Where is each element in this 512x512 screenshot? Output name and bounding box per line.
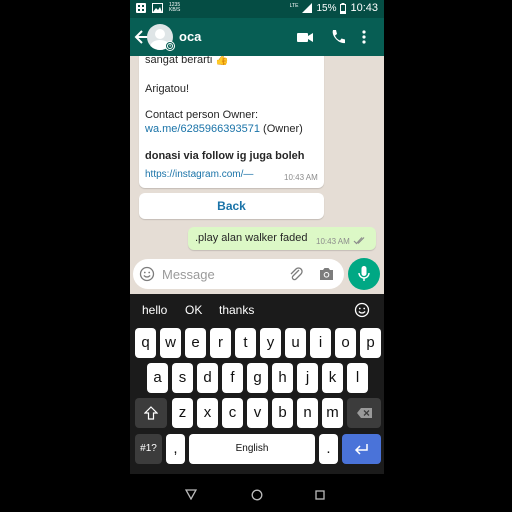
message-input[interactable]: Message <box>133 259 344 289</box>
status-right: LTE 15% 10:43 <box>290 2 378 14</box>
nav-back-icon[interactable] <box>185 489 197 500</box>
nav-recents-icon[interactable] <box>315 490 325 500</box>
comma-key[interactable]: , <box>166 434 185 464</box>
message-placeholder: Message <box>162 267 215 282</box>
voice-message-button[interactable] <box>348 258 380 290</box>
phone-screen: 1235 KB/S LTE 15% 10:43 oca sangat berar… <box>130 0 384 512</box>
key-w[interactable]: w <box>160 328 181 358</box>
key-p[interactable]: p <box>360 328 381 358</box>
key-n[interactable]: n <box>297 398 318 428</box>
key-d[interactable]: d <box>197 363 218 393</box>
shift-arrow-icon <box>144 406 158 420</box>
message-compose-bar: Message <box>130 256 384 294</box>
key-s[interactable]: s <box>172 363 193 393</box>
chat-header: oca <box>130 18 384 56</box>
message-link-line: wa.me/6285966393571 (Owner) <box>145 123 303 135</box>
backspace-key[interactable] <box>347 398 381 428</box>
key-z[interactable]: z <box>172 398 193 428</box>
key-y[interactable]: y <box>260 328 281 358</box>
outgoing-message[interactable]: .play alan walker faded 10:43 AM <box>188 227 376 250</box>
outgoing-message-text: .play alan walker faded <box>195 232 308 244</box>
message-line: Arigatou! <box>145 83 190 95</box>
key-t[interactable]: t <box>235 328 256 358</box>
status-badge-icon <box>165 41 175 51</box>
key-u[interactable]: u <box>285 328 306 358</box>
key-o[interactable]: o <box>335 328 356 358</box>
link-suffix: (Owner) <box>259 123 303 135</box>
message-time: 10:43 AM <box>284 173 318 182</box>
space-key[interactable]: English <box>189 434 315 464</box>
keyboard: hello OK thanks q w e r t y u i o p a s … <box>130 294 384 474</box>
period-key[interactable]: . <box>319 434 338 464</box>
suggestion[interactable]: hello <box>142 303 167 317</box>
key-i[interactable]: i <box>310 328 331 358</box>
battery-percent: 15% <box>316 2 337 14</box>
phone-call-icon[interactable] <box>329 28 347 46</box>
microphone-icon <box>358 266 370 281</box>
key-e[interactable]: e <box>185 328 206 358</box>
signal-icon <box>302 3 313 13</box>
nav-home-icon[interactable] <box>251 489 263 501</box>
wa-me-link[interactable]: wa.me/6285966393571 <box>145 123 260 135</box>
image-icon <box>152 3 163 13</box>
status-bar: 1235 KB/S LTE 15% 10:43 <box>130 0 384 18</box>
emoji-keyboard-icon[interactable] <box>354 302 370 318</box>
key-k[interactable]: k <box>322 363 343 393</box>
instagram-link[interactable]: https://instagram.com/— <box>145 169 253 180</box>
key-j[interactable]: j <box>297 363 318 393</box>
key-a[interactable]: a <box>147 363 168 393</box>
key-g[interactable]: g <box>247 363 268 393</box>
message-line: sangat berarti 👍 <box>145 56 230 66</box>
contact-name[interactable]: oca <box>179 29 201 44</box>
enter-arrow-icon <box>354 444 368 455</box>
key-b[interactable]: b <box>272 398 293 428</box>
navigation-bar <box>130 474 384 512</box>
message-time: 10:43 AM <box>316 237 350 246</box>
symbols-key[interactable]: #1? <box>135 434 162 464</box>
network-type: LTE <box>289 2 299 9</box>
key-m[interactable]: m <box>322 398 343 428</box>
battery-icon <box>340 2 347 14</box>
key-v[interactable]: v <box>247 398 268 428</box>
shift-key[interactable] <box>135 398 167 428</box>
emoji-icon[interactable] <box>139 266 155 282</box>
incoming-message[interactable]: sangat berarti 👍 Arigatou! Contact perso… <box>139 56 324 188</box>
key-h[interactable]: h <box>272 363 293 393</box>
suggestion[interactable]: thanks <box>219 303 254 317</box>
avatar-head-shape <box>155 29 165 39</box>
back-button[interactable]: Back <box>139 193 324 219</box>
double-check-icon <box>353 237 365 245</box>
key-r[interactable]: r <box>210 328 231 358</box>
key-q[interactable]: q <box>135 328 156 358</box>
camera-icon[interactable] <box>318 266 335 282</box>
key-f[interactable]: f <box>222 363 243 393</box>
clock: 10:43 <box>350 2 378 14</box>
backspace-icon <box>357 408 372 418</box>
key-x[interactable]: x <box>197 398 218 428</box>
enter-key[interactable] <box>342 434 381 464</box>
video-call-icon[interactable] <box>296 28 314 46</box>
status-left: 1235 KB/S <box>136 3 180 13</box>
message-line: Contact person Owner: <box>145 109 259 121</box>
notification-icon <box>136 3 146 13</box>
attach-icon[interactable] <box>288 266 304 282</box>
more-options-icon[interactable] <box>360 28 368 46</box>
message-bold-line: donasi via follow ig juga boleh <box>145 150 305 162</box>
key-l[interactable]: l <box>347 363 368 393</box>
network-speed: 1235 KB/S <box>169 3 180 13</box>
network-speed-unit: KB/S <box>169 7 181 13</box>
key-c[interactable]: c <box>222 398 243 428</box>
suggestion[interactable]: OK <box>185 303 202 317</box>
